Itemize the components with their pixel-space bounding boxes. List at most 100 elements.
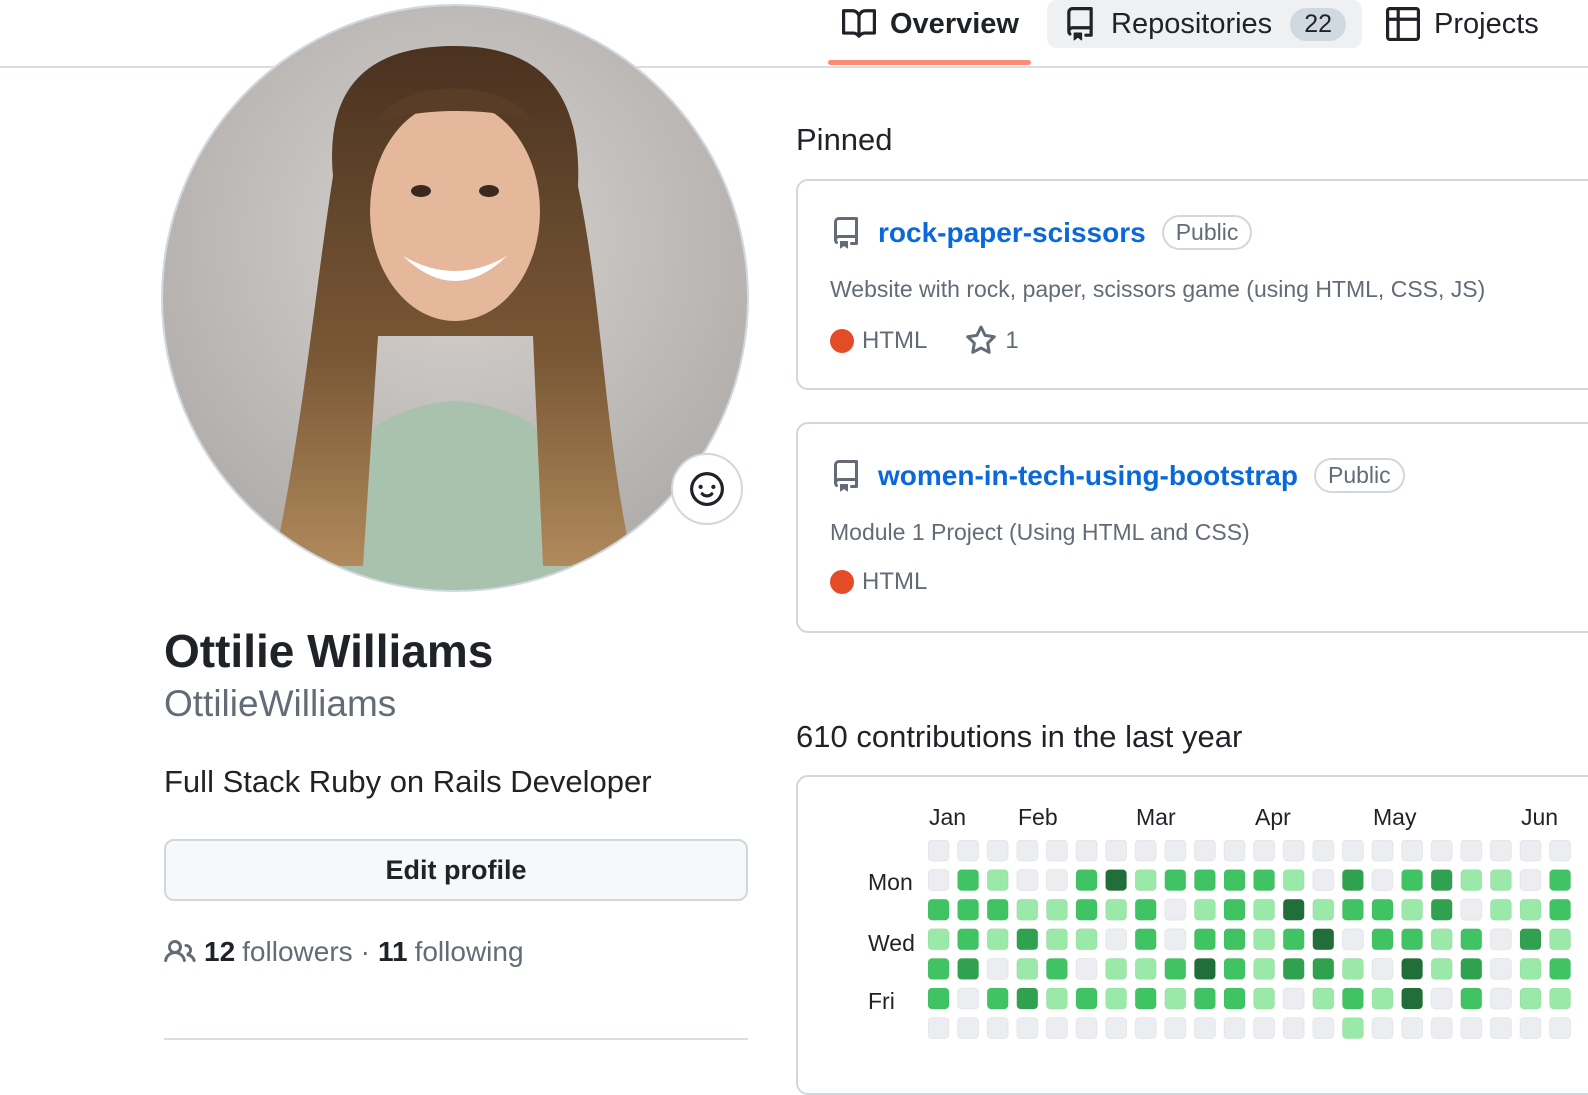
contribution-day-cell[interactable] — [1401, 957, 1424, 980]
contribution-day-cell[interactable] — [1312, 928, 1335, 951]
contribution-day-cell[interactable] — [1282, 987, 1305, 1010]
contribution-day-cell[interactable] — [1075, 869, 1098, 892]
contribution-day-cell[interactable] — [1460, 898, 1483, 921]
contribution-day-cell[interactable] — [1193, 840, 1216, 862]
contribution-day-cell[interactable] — [1253, 898, 1276, 921]
contribution-day-cell[interactable] — [1341, 869, 1364, 892]
contribution-day-cell[interactable] — [1519, 898, 1542, 921]
contribution-day-cell[interactable] — [1549, 869, 1572, 892]
contribution-day-cell[interactable] — [1489, 840, 1512, 862]
contribution-day-cell[interactable] — [928, 957, 950, 980]
contribution-day-cell[interactable] — [1519, 987, 1542, 1010]
contribution-day-cell[interactable] — [1282, 840, 1305, 862]
contribution-day-cell[interactable] — [1519, 957, 1542, 980]
repo-name-link[interactable]: rock-paper-scissors — [878, 217, 1146, 249]
contribution-day-cell[interactable] — [1549, 840, 1572, 862]
contribution-day-cell[interactable] — [957, 1017, 980, 1040]
contribution-day-cell[interactable] — [1282, 869, 1305, 892]
contribution-day-cell[interactable] — [957, 957, 980, 980]
contribution-day-cell[interactable] — [1134, 1017, 1157, 1040]
contribution-day-cell[interactable] — [957, 987, 980, 1010]
contribution-day-cell[interactable] — [1105, 840, 1128, 862]
contribution-day-cell[interactable] — [1223, 957, 1246, 980]
contribution-day-cell[interactable] — [1164, 987, 1187, 1010]
contribution-day-cell[interactable] — [1430, 898, 1453, 921]
contribution-day-cell[interactable] — [1253, 928, 1276, 951]
contribution-day-cell[interactable] — [1134, 840, 1157, 862]
contribution-day-cell[interactable] — [1105, 987, 1128, 1010]
contribution-day-cell[interactable] — [1430, 928, 1453, 951]
contribution-day-cell[interactable] — [1193, 987, 1216, 1010]
contribution-day-cell[interactable] — [1460, 869, 1483, 892]
contribution-day-cell[interactable] — [1253, 957, 1276, 980]
tab-projects[interactable]: Projects — [1386, 0, 1539, 48]
contribution-day-cell[interactable] — [1223, 928, 1246, 951]
contribution-day-cell[interactable] — [1312, 869, 1335, 892]
contribution-day-cell[interactable] — [1134, 869, 1157, 892]
contribution-day-cell[interactable] — [1460, 840, 1483, 862]
contribution-day-cell[interactable] — [1016, 987, 1039, 1010]
contribution-day-cell[interactable] — [1430, 957, 1453, 980]
contribution-day-cell[interactable] — [1193, 869, 1216, 892]
contribution-day-cell[interactable] — [1193, 928, 1216, 951]
contribution-day-cell[interactable] — [1341, 957, 1364, 980]
contribution-day-cell[interactable] — [1223, 987, 1246, 1010]
edit-profile-button[interactable]: Edit profile — [164, 839, 748, 901]
contribution-day-cell[interactable] — [1253, 869, 1276, 892]
contribution-day-cell[interactable] — [1371, 840, 1394, 862]
contribution-day-cell[interactable] — [1223, 898, 1246, 921]
contribution-day-cell[interactable] — [1460, 1017, 1483, 1040]
contribution-day-cell[interactable] — [1134, 987, 1157, 1010]
contribution-day-cell[interactable] — [957, 869, 980, 892]
contribution-day-cell[interactable] — [1164, 840, 1187, 862]
contribution-day-cell[interactable] — [1282, 898, 1305, 921]
contribution-day-cell[interactable] — [1282, 928, 1305, 951]
contribution-day-cell[interactable] — [1371, 987, 1394, 1010]
contribution-day-cell[interactable] — [986, 987, 1009, 1010]
contribution-day-cell[interactable] — [1016, 869, 1039, 892]
contribution-day-cell[interactable] — [1401, 869, 1424, 892]
contribution-day-cell[interactable] — [1430, 869, 1453, 892]
contribution-day-cell[interactable] — [1223, 1017, 1246, 1040]
contribution-day-cell[interactable] — [1016, 928, 1039, 951]
contribution-day-cell[interactable] — [1489, 987, 1512, 1010]
contribution-day-cell[interactable] — [1312, 840, 1335, 862]
contribution-day-cell[interactable] — [1105, 898, 1128, 921]
contribution-day-cell[interactable] — [1045, 869, 1068, 892]
contribution-day-cell[interactable] — [1519, 869, 1542, 892]
contribution-day-cell[interactable] — [1341, 898, 1364, 921]
contribution-day-cell[interactable] — [1016, 957, 1039, 980]
contribution-day-cell[interactable] — [1341, 987, 1364, 1010]
contribution-day-cell[interactable] — [1223, 840, 1246, 862]
contribution-day-cell[interactable] — [1312, 1017, 1335, 1040]
contribution-day-cell[interactable] — [928, 840, 950, 862]
contribution-day-cell[interactable] — [1253, 840, 1276, 862]
contribution-day-cell[interactable] — [1489, 1017, 1512, 1040]
contribution-day-cell[interactable] — [928, 987, 950, 1010]
contribution-day-cell[interactable] — [1430, 1017, 1453, 1040]
contribution-day-cell[interactable] — [1193, 957, 1216, 980]
contribution-day-cell[interactable] — [1341, 1017, 1364, 1040]
contribution-day-cell[interactable] — [1223, 869, 1246, 892]
contribution-day-cell[interactable] — [1075, 1017, 1098, 1040]
contribution-day-cell[interactable] — [986, 898, 1009, 921]
contribution-day-cell[interactable] — [1045, 1017, 1068, 1040]
stargazers-link[interactable]: 1 — [965, 325, 1019, 357]
contribution-day-cell[interactable] — [1193, 898, 1216, 921]
contribution-day-cell[interactable] — [1134, 898, 1157, 921]
contribution-day-cell[interactable] — [928, 928, 950, 951]
tab-repositories[interactable]: Repositories 22 — [1047, 0, 1362, 48]
contribution-day-cell[interactable] — [1312, 987, 1335, 1010]
contribution-day-cell[interactable] — [1401, 898, 1424, 921]
contribution-day-cell[interactable] — [1549, 957, 1572, 980]
contribution-day-cell[interactable] — [957, 840, 980, 862]
contribution-day-cell[interactable] — [1460, 957, 1483, 980]
contribution-day-cell[interactable] — [1105, 928, 1128, 951]
contribution-day-cell[interactable] — [1341, 928, 1364, 951]
contribution-day-cell[interactable] — [928, 869, 950, 892]
contribution-day-cell[interactable] — [1016, 1017, 1039, 1040]
contribution-day-cell[interactable] — [1460, 987, 1483, 1010]
contribution-day-cell[interactable] — [1489, 898, 1512, 921]
contribution-day-cell[interactable] — [1519, 1017, 1542, 1040]
contribution-day-cell[interactable] — [1489, 869, 1512, 892]
